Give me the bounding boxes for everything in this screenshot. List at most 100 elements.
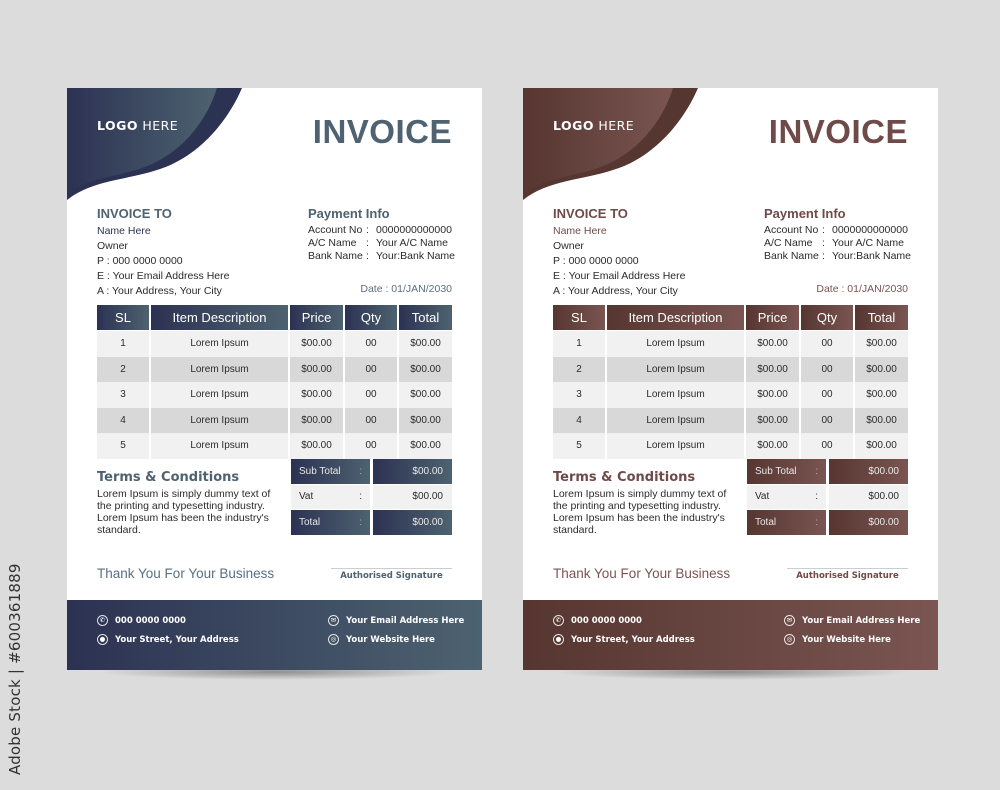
column-header-price: Price	[746, 305, 799, 330]
totals-value: $00.00	[373, 459, 452, 484]
authorised-signature-label: Authorised Signature	[796, 571, 899, 581]
cell-qty: 00	[801, 356, 853, 382]
cell-qty: 00	[345, 356, 397, 382]
logo-bold-text: LOGO	[97, 118, 139, 133]
cell-sl: 3	[97, 382, 149, 408]
payment-sep: :	[822, 250, 825, 262]
footer-bar: ✆ 000 0000 0000 ● Your Street, Your Addr…	[67, 600, 482, 670]
totals-table: Sub Total: $00.00 Vat: $00.00 Total: $00.00	[747, 459, 908, 536]
cell-desc: Lorem Ipsum	[607, 433, 744, 459]
payment-info-block: Payment Info Account No:0000000000000 A/C…	[308, 206, 455, 263]
totals-label-cell: Sub Total:	[291, 459, 370, 484]
footer-phone-text: 000 0000 0000	[115, 615, 186, 626]
totals-sep: :	[815, 516, 818, 528]
footer-email-text: Your Email Address Here	[802, 615, 921, 626]
cell-qty: 00	[801, 433, 853, 459]
column-header-qty: Qty	[801, 305, 853, 330]
signature-line	[331, 568, 452, 569]
payment-value: 0000000000000	[832, 224, 908, 236]
cell-sl: 4	[97, 407, 149, 433]
header-wave-shape	[523, 88, 698, 200]
client-name: Name Here	[553, 225, 607, 237]
payment-value: Your:Bank Name	[832, 250, 911, 262]
items-table: SL Item Description Price Qty Total 1 Lorem Ip…	[97, 305, 452, 459]
table-row: 4 Lorem Ipsum $00.00 00 $00.00	[97, 407, 452, 433]
client-role: Owner	[553, 240, 584, 252]
totals-value: $00.00	[373, 484, 452, 509]
logo-placeholder: LOGO HERE	[553, 118, 634, 133]
payment-key: A/C Name	[764, 237, 813, 249]
thank-you-text: Thank You For Your Business	[97, 566, 275, 581]
items-table: SL Item Description Price Qty Total 1 Lorem Ip…	[553, 305, 908, 459]
totals-row-vat: Vat: $00.00	[291, 484, 452, 509]
payment-row: A/C Name: Your A/C Name	[308, 237, 455, 250]
cell-price: $00.00	[290, 331, 343, 357]
payment-key: Account No	[764, 224, 819, 236]
terms-text: Lorem Ipsum is simply dummy text of the …	[97, 488, 271, 536]
payment-row: Account No:0000000000000	[308, 224, 455, 237]
table-row: 4 Lorem Ipsum $00.00 00 $00.00	[553, 407, 908, 433]
totals-label: Total	[299, 516, 321, 528]
stock-id-label: Adobe Stock | #600361889	[6, 563, 24, 775]
logo-light-text: HERE	[598, 118, 635, 133]
totals-label: Total	[755, 516, 777, 528]
cell-qty: 00	[345, 331, 397, 357]
footer-address: ● Your Street, Your Address	[553, 634, 695, 645]
totals-row-sub-total: Sub Total: $00.00	[747, 459, 908, 484]
table-row: 5 Lorem Ipsum $00.00 00 $00.00	[97, 433, 452, 459]
invoice-page-blue: LOGO HERE INVOICE INVOICE TO Name Here O…	[67, 88, 482, 680]
column-header-qty: Qty	[345, 305, 397, 330]
cell-qty: 00	[345, 382, 397, 408]
client-role: Owner	[97, 240, 128, 252]
cell-total: $00.00	[399, 331, 452, 357]
cell-total: $00.00	[399, 356, 452, 382]
table-row: 1 Lorem Ipsum $00.00 00 $00.00	[553, 331, 908, 357]
client-name: Name Here	[97, 225, 151, 237]
table-row: 5 Lorem Ipsum $00.00 00 $00.00	[553, 433, 908, 459]
footer-email: ✉ Your Email Address Here	[784, 615, 920, 626]
totals-label-cell: Sub Total:	[747, 459, 826, 484]
totals-table: Sub Total: $00.00 Vat: $00.00 Total: $00.00	[291, 459, 452, 536]
invoice-page-brown: LOGO HERE INVOICE INVOICE TO Name Here O…	[523, 88, 938, 680]
logo-placeholder: LOGO HERE	[97, 118, 178, 133]
cell-sl: 3	[553, 382, 605, 408]
invoice-to-block: INVOICE TO Name Here Owner P : 000 0000 …	[97, 206, 230, 299]
totals-row-vat: Vat: $00.00	[747, 484, 908, 509]
table-row: 3 Lorem Ipsum $00.00 00 $00.00	[97, 382, 452, 408]
footer-address: ● Your Street, Your Address	[97, 634, 239, 645]
payment-row: Bank Name: Your:Bank Name	[308, 250, 455, 263]
totals-sep: :	[815, 491, 818, 503]
cell-qty: 00	[801, 331, 853, 357]
table-row: 2 Lorem Ipsum $00.00 00 $00.00	[553, 356, 908, 382]
payment-sep: :	[366, 237, 369, 249]
footer-email-text: Your Email Address Here	[346, 615, 465, 626]
totals-sep: :	[359, 516, 362, 528]
invoice-date: Date : 01/JAN/2030	[816, 283, 908, 295]
client-email: E : Your Email Address Here	[553, 270, 686, 282]
cell-total: $00.00	[855, 331, 908, 357]
footer-email: ✉ Your Email Address Here	[328, 615, 464, 626]
terms-heading: Terms & Conditions	[553, 470, 696, 485]
totals-label-cell: Total:	[291, 510, 370, 535]
totals-label: Vat	[299, 491, 314, 503]
cell-total: $00.00	[855, 356, 908, 382]
footer-website: ◎ Your Website Here	[328, 634, 435, 645]
footer-website-text: Your Website Here	[802, 634, 891, 645]
cell-desc: Lorem Ipsum	[151, 356, 288, 382]
totals-row-total: Total: $00.00	[291, 510, 452, 535]
invoice-title: INVOICE	[312, 113, 452, 150]
cell-price: $00.00	[290, 433, 343, 459]
cell-total: $00.00	[855, 407, 908, 433]
cell-price: $00.00	[746, 382, 799, 408]
totals-value: $00.00	[829, 459, 908, 484]
terms-block: Terms & Conditions Lorem Ipsum is simply…	[553, 470, 728, 536]
footer-website-text: Your Website Here	[346, 634, 435, 645]
cell-price: $00.00	[746, 356, 799, 382]
cell-desc: Lorem Ipsum	[607, 382, 744, 408]
cell-qty: 00	[801, 407, 853, 433]
cell-price: $00.00	[290, 356, 343, 382]
cell-sl: 4	[553, 407, 605, 433]
totals-sep: :	[359, 491, 362, 503]
globe-icon: ◎	[784, 634, 795, 645]
column-header-total: Total	[855, 305, 908, 330]
